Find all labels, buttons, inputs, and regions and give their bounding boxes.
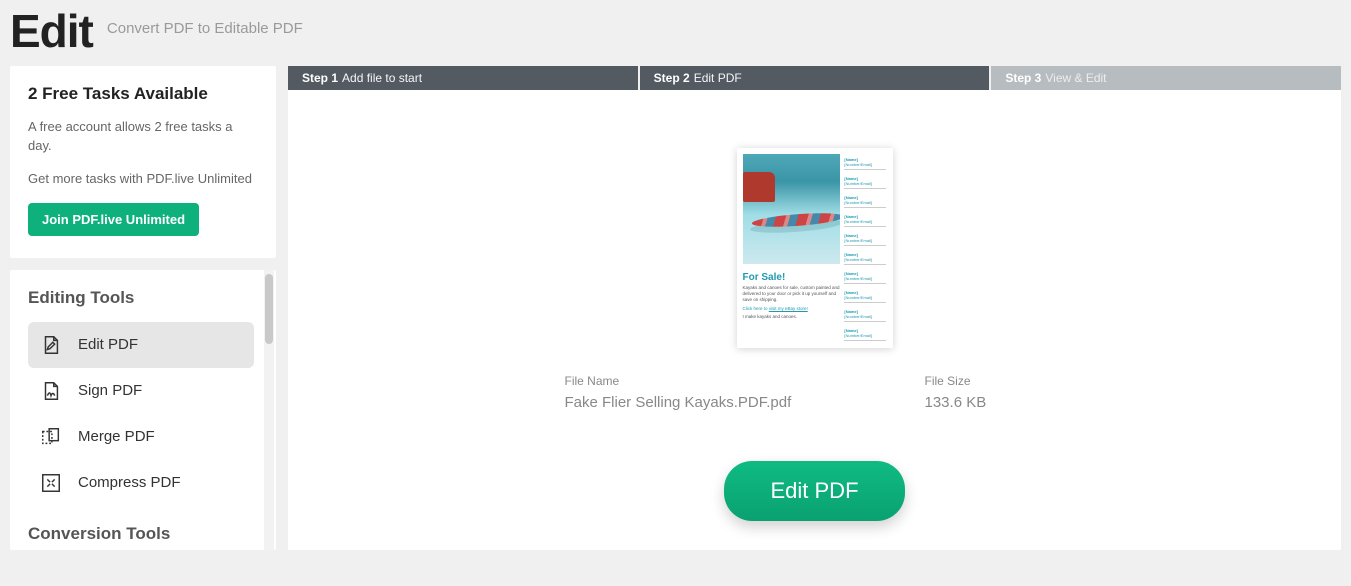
tools-card: Editing Tools Edit PDF Sign PDF xyxy=(10,270,276,550)
thumb-tear: [Name][Number/Email] xyxy=(844,289,886,303)
sign-pdf-icon xyxy=(40,380,62,402)
thumb-link-text: visit my eBay store! xyxy=(769,306,808,311)
thumb-tear: [Name][Number/Email] xyxy=(844,308,886,322)
join-unlimited-button[interactable]: Join PDF.live Unlimited xyxy=(28,203,199,236)
tools-scrollbar-thumb[interactable] xyxy=(265,274,273,344)
file-name-value: Fake Flier Selling Kayaks.PDF.pdf xyxy=(565,394,925,411)
main: Step 1 Add file to start Step 2 Edit PDF… xyxy=(288,66,1341,550)
step-label: Step 3 xyxy=(1005,71,1041,85)
page-title: Edit xyxy=(10,4,93,58)
sidebar-item-edit-pdf[interactable]: Edit PDF xyxy=(28,322,254,368)
thumb-image xyxy=(743,154,841,264)
file-size-value: 133.6 KB xyxy=(925,394,1065,411)
section-title-conversion: Conversion Tools xyxy=(28,524,268,544)
step-3: Step 3 View & Edit xyxy=(991,66,1341,90)
compress-pdf-icon xyxy=(40,472,62,494)
step-label: Step 1 xyxy=(302,71,338,85)
sidebar: 2 Free Tasks Available A free account al… xyxy=(10,66,276,550)
file-name-label: File Name xyxy=(565,374,925,388)
step-2[interactable]: Step 2 Edit PDF xyxy=(640,66,990,90)
thumb-link-prefix: Click here to xyxy=(743,306,769,311)
thumb-link: Click here to visit my eBay store! xyxy=(743,306,841,311)
edit-pdf-icon xyxy=(40,334,62,356)
merge-pdf-icon xyxy=(40,426,62,448)
step-label: Step 2 xyxy=(654,71,690,85)
tools-scrollbar[interactable] xyxy=(264,270,274,550)
thumb-tear: [Name][Number/Email] xyxy=(844,232,886,246)
file-thumbnail[interactable]: For Sale! Kayaks and canoes for sale, cu… xyxy=(737,148,893,348)
promo-title: 2 Free Tasks Available xyxy=(28,84,258,104)
thumb-tear: [Name][Number/Email] xyxy=(844,213,886,227)
promo-line2: Get more tasks with PDF.live Unlimited xyxy=(28,170,258,189)
header: Edit Convert PDF to Editable PDF xyxy=(0,0,1351,66)
content-area: For Sale! Kayaks and canoes for sale, cu… xyxy=(288,90,1341,550)
thumb-tear: [Name][Number/Email] xyxy=(844,270,886,284)
sidebar-item-sign-pdf[interactable]: Sign PDF xyxy=(28,368,254,414)
thumb-footer: I make kayaks and canoes. xyxy=(743,314,841,319)
thumb-tear: [Name][Number/Email] xyxy=(844,175,886,189)
sidebar-item-merge-pdf[interactable]: Merge PDF xyxy=(28,414,254,460)
sidebar-item-label: Sign PDF xyxy=(78,382,142,399)
thumb-tear: [Name][Number/Email] xyxy=(844,251,886,265)
sidebar-item-label: Compress PDF xyxy=(78,474,181,491)
file-size-label: File Size xyxy=(925,374,1065,388)
promo-line1: A free account allows 2 free tasks a day… xyxy=(28,118,258,156)
sidebar-item-label: Merge PDF xyxy=(78,428,155,445)
thumb-headline: For Sale! xyxy=(743,272,841,283)
step-text: Edit PDF xyxy=(694,71,742,85)
promo-card: 2 Free Tasks Available A free account al… xyxy=(10,66,276,258)
thumb-tear: [Name][Number/Email] xyxy=(844,156,886,170)
thumb-tear: [Name][Number/Email] xyxy=(844,327,886,341)
thumb-left: For Sale! Kayaks and canoes for sale, cu… xyxy=(743,154,841,342)
step-1[interactable]: Step 1 Add file to start xyxy=(288,66,638,90)
step-text: Add file to start xyxy=(342,71,422,85)
section-title-editing: Editing Tools xyxy=(28,288,268,308)
page-subtitle: Convert PDF to Editable PDF xyxy=(107,20,303,37)
file-info: File Name Fake Flier Selling Kayaks.PDF.… xyxy=(565,374,1065,411)
thumb-desc: Kayaks and canoes for sale, custom paint… xyxy=(743,285,841,303)
steps-bar: Step 1 Add file to start Step 2 Edit PDF… xyxy=(288,66,1341,90)
step-text: View & Edit xyxy=(1045,71,1106,85)
sidebar-item-compress-pdf[interactable]: Compress PDF xyxy=(28,460,254,506)
sidebar-item-label: Edit PDF xyxy=(78,336,138,353)
thumb-tear-strip: [Name][Number/Email] [Name][Number/Email]… xyxy=(840,154,886,342)
edit-pdf-button[interactable]: Edit PDF xyxy=(724,461,904,521)
thumb-tear: [Name][Number/Email] xyxy=(844,194,886,208)
